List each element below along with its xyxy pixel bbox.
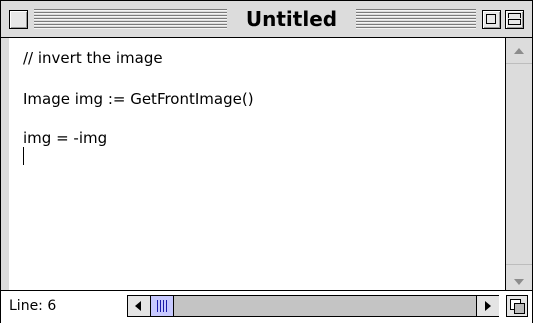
editor-window: Untitled // invert the image Image img :… — [0, 0, 533, 323]
scroll-down-arrow-icon[interactable] — [514, 279, 524, 285]
horizontal-scroll-thumb[interactable] — [151, 296, 174, 316]
grow-box-square — [514, 303, 525, 314]
text-caret — [23, 147, 24, 165]
code-line-3: img = -img — [23, 129, 108, 147]
title-bar-stripes-left — [34, 9, 227, 29]
window-title: Untitled — [245, 7, 338, 31]
thumb-grip-line — [163, 300, 164, 312]
scrollbar-divider — [506, 63, 532, 64]
scroll-up-arrow-icon[interactable] — [514, 48, 524, 54]
code-line-2: Image img := GetFrontImage() — [23, 90, 254, 108]
line-number-label: Line: 6 — [9, 298, 57, 314]
grow-box-icon[interactable] — [506, 295, 528, 317]
title-bar[interactable]: Untitled — [1, 1, 532, 38]
script-text-area[interactable]: // invert the image Image img := GetFron… — [9, 38, 506, 290]
scroll-right-arrow-icon — [485, 301, 491, 311]
status-bar: Line: 6 — [1, 290, 532, 323]
title-bar-stripes-right — [356, 9, 476, 29]
code-line-1: // invert the image — [23, 49, 163, 67]
zoom-box-icon[interactable] — [482, 10, 501, 29]
thumb-grip-line — [157, 300, 158, 312]
thumb-grip-line — [166, 300, 167, 312]
scrollbar-divider — [506, 264, 532, 265]
thumb-grip-line — [160, 300, 161, 312]
line-number-box: Line: 6 — [7, 295, 128, 317]
scroll-right-button[interactable] — [476, 296, 499, 316]
vertical-scrollbar[interactable] — [506, 38, 532, 290]
horizontal-scrollbar[interactable] — [128, 295, 499, 317]
collapse-box-icon[interactable] — [505, 10, 524, 29]
scroll-left-button[interactable] — [128, 296, 151, 316]
close-box-icon[interactable] — [9, 10, 28, 29]
scroll-left-arrow-icon — [135, 301, 141, 311]
